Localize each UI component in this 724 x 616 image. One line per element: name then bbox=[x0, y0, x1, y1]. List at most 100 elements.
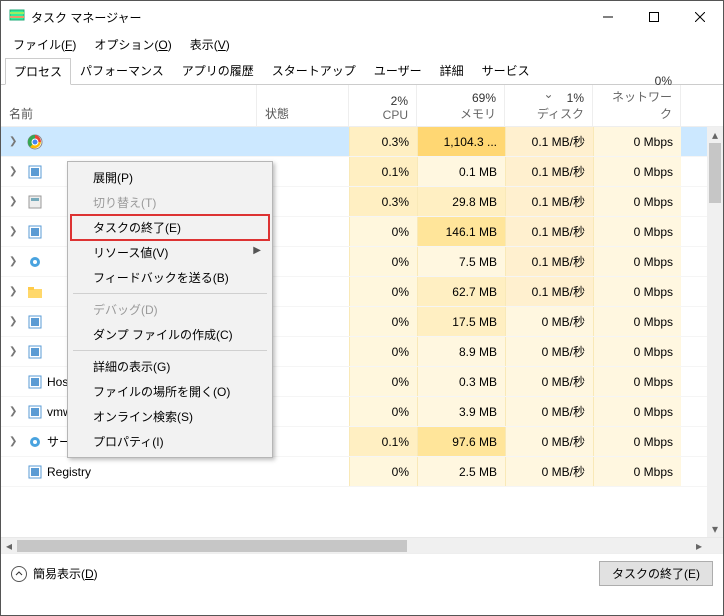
hscroll-track[interactable] bbox=[17, 538, 691, 553]
cell-cpu: 0.3% bbox=[349, 127, 417, 156]
process-icon bbox=[27, 404, 43, 420]
close-button[interactable] bbox=[677, 1, 723, 33]
cell-network: 0 Mbps bbox=[593, 337, 681, 366]
cell-memory: 1,104.3 ... bbox=[417, 127, 505, 156]
tab-5[interactable]: 詳細 bbox=[431, 57, 473, 84]
tab-3[interactable]: スタートアップ bbox=[263, 57, 365, 84]
menu-divider bbox=[73, 293, 267, 294]
vertical-scrollbar[interactable]: ▴ ▾ bbox=[707, 127, 723, 537]
maximize-button[interactable] bbox=[631, 1, 677, 33]
cell-disk: 0.1 MB/秒 bbox=[505, 187, 593, 216]
cell-cpu: 0% bbox=[349, 247, 417, 276]
window-title: タスク マネージャー bbox=[31, 9, 585, 26]
menu-options[interactable]: オプション(O) bbox=[88, 34, 177, 55]
table-row[interactable]: ❯0.3%1,104.3 ...0.1 MB/秒0 Mbps bbox=[1, 127, 723, 157]
menubar: ファイル(F) オプション(O) 表示(V) bbox=[1, 33, 723, 55]
expand-icon[interactable]: ❯ bbox=[9, 196, 23, 207]
minimize-button[interactable] bbox=[585, 1, 631, 33]
cell-disk: 0.1 MB/秒 bbox=[505, 217, 593, 246]
cell-name: Registry bbox=[1, 457, 257, 486]
scroll-left-icon[interactable]: ◂ bbox=[1, 539, 17, 553]
header-network[interactable]: 0%ネットワーク bbox=[593, 85, 681, 126]
app-icon bbox=[9, 9, 25, 25]
cell-disk: 0 MB/秒 bbox=[505, 427, 593, 456]
menu-item[interactable]: ダンプ ファイルの作成(C) bbox=[71, 322, 269, 347]
menu-item[interactable]: 展開(P) bbox=[71, 165, 269, 190]
scroll-right-icon[interactable]: ▸ bbox=[691, 539, 707, 553]
menu-divider bbox=[73, 350, 267, 351]
cell-memory: 0.1 MB bbox=[417, 157, 505, 186]
menu-item[interactable]: ファイルの場所を開く(O) bbox=[71, 379, 269, 404]
process-icon bbox=[27, 284, 43, 300]
cell-cpu: 0% bbox=[349, 307, 417, 336]
cell-name: ❯ bbox=[1, 127, 257, 156]
tab-0[interactable]: プロセス bbox=[5, 58, 71, 85]
menu-item[interactable]: リソース値(V)▶ bbox=[71, 240, 269, 265]
expand-icon[interactable]: ❯ bbox=[9, 226, 23, 237]
process-icon bbox=[27, 224, 43, 240]
cell-disk: 0.1 MB/秒 bbox=[505, 157, 593, 186]
cell-disk: 0 MB/秒 bbox=[505, 307, 593, 336]
menu-item[interactable]: フィードバックを送る(B) bbox=[71, 265, 269, 290]
expand-icon[interactable]: ❯ bbox=[9, 316, 23, 327]
menu-item[interactable]: 詳細の表示(G) bbox=[71, 354, 269, 379]
cell-memory: 0.3 MB bbox=[417, 367, 505, 396]
cell-cpu: 0% bbox=[349, 337, 417, 366]
header-memory[interactable]: 69%メモリ bbox=[417, 85, 505, 126]
header-name[interactable]: 名前 bbox=[1, 85, 257, 126]
sort-indicator-icon: ⌄ bbox=[543, 87, 553, 101]
column-headers: 名前 状態 2%CPU 69%メモリ ⌄1%ディスク 0%ネットワーク bbox=[1, 85, 723, 127]
cell-memory: 29.8 MB bbox=[417, 187, 505, 216]
tab-6[interactable]: サービス bbox=[473, 57, 539, 84]
fewer-details-toggle[interactable]: 簡易表示(D) bbox=[11, 565, 98, 582]
process-icon bbox=[27, 134, 43, 150]
header-disk[interactable]: ⌄1%ディスク bbox=[505, 85, 593, 126]
cell-cpu: 0% bbox=[349, 457, 417, 486]
menu-item: 切り替え(T) bbox=[71, 190, 269, 215]
cell-memory: 62.7 MB bbox=[417, 277, 505, 306]
horizontal-scrollbar[interactable]: ◂ ▸ bbox=[1, 537, 723, 553]
tab-1[interactable]: パフォーマンス bbox=[71, 57, 173, 84]
cell-disk: 0 MB/秒 bbox=[505, 367, 593, 396]
cell-disk: 0 MB/秒 bbox=[505, 337, 593, 366]
chevron-up-icon bbox=[11, 566, 27, 582]
cell-cpu: 0% bbox=[349, 217, 417, 246]
cell-memory: 2.5 MB bbox=[417, 457, 505, 486]
expand-icon[interactable]: ❯ bbox=[9, 436, 23, 447]
menu-view[interactable]: 表示(V) bbox=[184, 34, 236, 55]
fewer-details-label: 簡易表示(D) bbox=[33, 565, 98, 582]
cell-memory: 7.5 MB bbox=[417, 247, 505, 276]
tab-4[interactable]: ユーザー bbox=[365, 57, 431, 84]
expand-icon[interactable]: ❯ bbox=[9, 256, 23, 267]
expand-icon[interactable]: ❯ bbox=[9, 406, 23, 417]
expand-icon[interactable]: ❯ bbox=[9, 286, 23, 297]
table-row[interactable]: Registry0%2.5 MB0 MB/秒0 Mbps bbox=[1, 457, 723, 487]
menu-item[interactable]: タスクの終了(E) bbox=[71, 215, 269, 240]
cell-status bbox=[257, 127, 349, 156]
scroll-down-icon[interactable]: ▾ bbox=[707, 521, 723, 537]
process-icon bbox=[27, 434, 43, 450]
cell-network: 0 Mbps bbox=[593, 187, 681, 216]
cell-network: 0 Mbps bbox=[593, 217, 681, 246]
cell-memory: 8.9 MB bbox=[417, 337, 505, 366]
expand-icon[interactable]: ❯ bbox=[9, 136, 23, 147]
cell-disk: 0 MB/秒 bbox=[505, 397, 593, 426]
tab-2[interactable]: アプリの履歴 bbox=[173, 57, 263, 84]
menu-item[interactable]: オンライン検索(S) bbox=[71, 404, 269, 429]
context-menu: 展開(P)切り替え(T)タスクの終了(E)リソース値(V)▶フィードバックを送る… bbox=[67, 161, 273, 458]
menu-item[interactable]: プロパティ(I) bbox=[71, 429, 269, 454]
expand-icon[interactable]: ❯ bbox=[9, 346, 23, 357]
titlebar: タスク マネージャー bbox=[1, 1, 723, 33]
cell-disk: 0.1 MB/秒 bbox=[505, 127, 593, 156]
scroll-thumb[interactable] bbox=[709, 143, 721, 203]
scroll-up-icon[interactable]: ▴ bbox=[707, 127, 723, 143]
header-cpu[interactable]: 2%CPU bbox=[349, 85, 417, 126]
cell-disk: 0.1 MB/秒 bbox=[505, 277, 593, 306]
menu-file[interactable]: ファイル(F) bbox=[7, 34, 82, 55]
cell-network: 0 Mbps bbox=[593, 277, 681, 306]
header-status[interactable]: 状態 bbox=[257, 85, 349, 126]
end-task-button[interactable]: タスクの終了(E) bbox=[599, 561, 713, 586]
expand-icon[interactable]: ❯ bbox=[9, 166, 23, 177]
cell-network: 0 Mbps bbox=[593, 247, 681, 276]
hscroll-thumb[interactable] bbox=[17, 540, 407, 552]
